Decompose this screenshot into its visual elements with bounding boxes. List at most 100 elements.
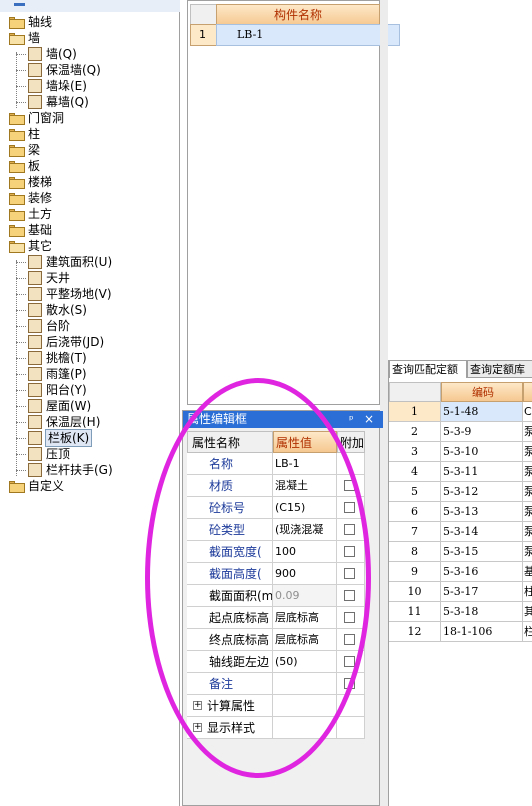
- quota-row-number[interactable]: 3: [389, 442, 441, 462]
- quota-row-number[interactable]: 10: [389, 582, 441, 602]
- quota-name-cell[interactable]: 其: [523, 602, 532, 622]
- quota-name-cell[interactable]: 泵: [523, 462, 532, 482]
- quota-code-cell[interactable]: 5-3-17: [441, 582, 523, 602]
- quota-name-cell[interactable]: 泵: [523, 522, 532, 542]
- tree-item[interactable]: 其它: [0, 238, 180, 254]
- tree-item[interactable]: 栏杆扶手(G): [0, 462, 180, 478]
- column-header-code[interactable]: 编码: [441, 382, 523, 402]
- extra-checkbox[interactable]: [344, 612, 355, 623]
- quota-code-cell[interactable]: 18-1-106: [441, 622, 523, 642]
- tab-query-quota-library[interactable]: 查询定额库: [467, 360, 532, 378]
- extra-checkbox[interactable]: [344, 524, 355, 535]
- tree-item[interactable]: 散水(S): [0, 302, 180, 318]
- tree-item[interactable]: 天井: [0, 270, 180, 286]
- quota-name-cell[interactable]: 泵: [523, 442, 532, 462]
- quota-code-cell[interactable]: 5-3-10: [441, 442, 523, 462]
- tree-item[interactable]: 挑檐(T): [0, 350, 180, 366]
- property-value[interactable]: (现浇混凝: [273, 519, 337, 541]
- tree-item[interactable]: 楼梯: [0, 174, 180, 190]
- expand-icon[interactable]: +: [193, 723, 202, 732]
- tree-item[interactable]: 门窗洞: [0, 110, 180, 126]
- extra-checkbox[interactable]: [344, 568, 355, 579]
- tree-item[interactable]: 自定义: [0, 478, 180, 494]
- tree-item[interactable]: 压顶: [0, 446, 180, 462]
- property-value[interactable]: (C15): [273, 497, 337, 519]
- quota-name-cell[interactable]: 柱: [523, 582, 532, 602]
- property-group[interactable]: + 计算属性: [187, 695, 273, 717]
- quota-row-number[interactable]: 8: [389, 542, 441, 562]
- quota-code-cell[interactable]: 5-3-11: [441, 462, 523, 482]
- column-header-property-value[interactable]: 属性值: [273, 431, 337, 453]
- tree-item[interactable]: 基础: [0, 222, 180, 238]
- tree-item[interactable]: 雨篷(P): [0, 366, 180, 382]
- extra-checkbox[interactable]: [344, 634, 355, 645]
- tree-item[interactable]: 装修: [0, 190, 180, 206]
- tree-item[interactable]: 梁: [0, 142, 180, 158]
- quota-code-cell[interactable]: 5-3-13: [441, 502, 523, 522]
- quota-row-number[interactable]: 2: [389, 422, 441, 442]
- extra-checkbox[interactable]: [344, 590, 355, 601]
- quota-code-cell[interactable]: 5-3-18: [441, 602, 523, 622]
- property-value[interactable]: 900: [273, 563, 337, 585]
- quota-code-cell[interactable]: 5-3-9: [441, 422, 523, 442]
- tree-item[interactable]: 轴线: [0, 14, 180, 30]
- property-value[interactable]: [273, 717, 337, 739]
- property-value[interactable]: 100: [273, 541, 337, 563]
- column-header-extra[interactable]: [523, 382, 532, 402]
- property-value[interactable]: 混凝土: [273, 475, 337, 497]
- tree-item[interactable]: 台阶: [0, 318, 180, 334]
- tree-item[interactable]: 墙: [0, 30, 180, 46]
- tree-item[interactable]: 阳台(Y): [0, 382, 180, 398]
- property-value[interactable]: 层底标高: [273, 607, 337, 629]
- tree-item[interactable]: 土方: [0, 206, 180, 222]
- tab-query-matched-quota[interactable]: 查询匹配定额: [389, 360, 467, 378]
- quota-name-cell[interactable]: C1: [523, 402, 532, 422]
- property-value[interactable]: LB-1: [273, 453, 337, 475]
- property-value[interactable]: [273, 695, 337, 717]
- quota-row-number[interactable]: 4: [389, 462, 441, 482]
- tree-item[interactable]: 板: [0, 158, 180, 174]
- column-header-extra[interactable]: 附加: [337, 431, 365, 453]
- collapse-icon[interactable]: [14, 3, 25, 6]
- quota-name-cell[interactable]: 泵: [523, 502, 532, 522]
- column-header-property-name[interactable]: 属性名称: [187, 431, 273, 453]
- extra-checkbox[interactable]: [344, 678, 355, 689]
- pin-icon[interactable]: ᵖ: [349, 411, 354, 428]
- quota-code-cell[interactable]: 5-3-16: [441, 562, 523, 582]
- quota-row-number[interactable]: 12: [389, 622, 441, 642]
- expand-icon[interactable]: +: [193, 701, 202, 710]
- quota-row-number[interactable]: 6: [389, 502, 441, 522]
- column-header-component-name[interactable]: 构件名称: [216, 4, 380, 26]
- quota-code-cell[interactable]: 5-1-48: [441, 402, 523, 422]
- quota-row-number[interactable]: 7: [389, 522, 441, 542]
- quota-name-cell[interactable]: 泵: [523, 542, 532, 562]
- quota-name-cell[interactable]: 栏: [523, 622, 532, 642]
- quota-code-cell[interactable]: 5-3-14: [441, 522, 523, 542]
- property-value[interactable]: [273, 673, 337, 695]
- quota-row-number[interactable]: 9: [389, 562, 441, 582]
- quota-name-cell[interactable]: 泵: [523, 482, 532, 502]
- tree-item[interactable]: 屋面(W): [0, 398, 180, 414]
- tree-item[interactable]: 墙垛(E): [0, 78, 180, 94]
- tree-item[interactable]: 墙(Q): [0, 46, 180, 62]
- property-value[interactable]: 层底标高: [273, 629, 337, 651]
- component-name-cell[interactable]: LB-1: [216, 24, 400, 46]
- tree-item[interactable]: 后浇带(JD): [0, 334, 180, 350]
- close-icon[interactable]: ×: [364, 411, 374, 428]
- extra-checkbox[interactable]: [344, 502, 355, 513]
- tree-item[interactable]: 幕墙(Q): [0, 94, 180, 110]
- extra-checkbox[interactable]: [344, 546, 355, 557]
- quota-code-cell[interactable]: 5-3-12: [441, 482, 523, 502]
- tree-item[interactable]: 建筑面积(U): [0, 254, 180, 270]
- splitter[interactable]: [380, 0, 388, 806]
- property-group[interactable]: + 显示样式: [187, 717, 273, 739]
- quota-name-cell[interactable]: 基: [523, 562, 532, 582]
- tree-item[interactable]: 柱: [0, 126, 180, 142]
- quota-row-number[interactable]: 11: [389, 602, 441, 622]
- extra-checkbox[interactable]: [344, 656, 355, 667]
- extra-checkbox[interactable]: [344, 480, 355, 491]
- quota-code-cell[interactable]: 5-3-15: [441, 542, 523, 562]
- property-value[interactable]: (50): [273, 651, 337, 673]
- tree-item[interactable]: 保温墙(Q): [0, 62, 180, 78]
- tree-item[interactable]: 平整场地(V): [0, 286, 180, 302]
